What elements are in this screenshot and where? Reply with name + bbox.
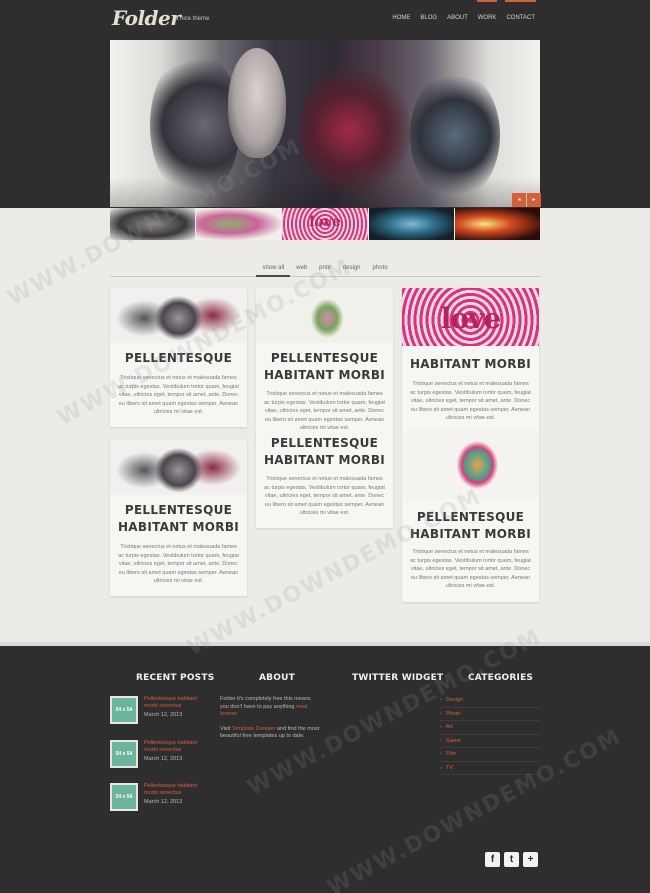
portfolio-card-image[interactable]: love: [402, 288, 539, 346]
slider-thumbnails: love: [110, 208, 541, 240]
portfolio-card-image[interactable]: [402, 431, 539, 499]
filter-show-all[interactable]: show all: [256, 263, 291, 277]
post-thumbnail[interactable]: 54 x 54: [110, 696, 138, 724]
portfolio-card-image[interactable]: [110, 440, 247, 495]
category-label: Photo: [445, 710, 461, 717]
thumb-logo-text: love: [309, 214, 341, 230]
chevron-left-icon: ◂: [517, 197, 521, 203]
portfolio-card-title[interactable]: PELLENTESQUE HABITANT MORBI: [256, 350, 393, 384]
slider-next-button[interactable]: ▸: [527, 193, 541, 207]
nav-work[interactable]: WORK: [473, 0, 502, 22]
chevron-right-icon: ›: [440, 697, 442, 703]
post-title-link[interactable]: Pellentesque habitant morbi senectus: [144, 740, 210, 754]
chevron-right-icon: ▸: [532, 197, 536, 203]
post-thumbnail[interactable]: 54 x 54: [110, 783, 138, 811]
main-nav: HOME BLOG ABOUT WORK CONTACT: [387, 0, 540, 22]
portfolio-card-text: Tristique senectus et netus et malesuada…: [264, 391, 385, 431]
portfolio-card-image[interactable]: [256, 288, 393, 343]
portfolio-card[interactable]: PELLENTESQUE HABITANT MORBI Tristique se…: [402, 431, 539, 602]
site-tagline: a nice theme: [175, 16, 210, 22]
twitter-icon[interactable]: t: [504, 852, 519, 867]
about-text: Folder it's completely free this means y…: [220, 696, 320, 741]
chevron-right-icon: ›: [440, 751, 442, 757]
recent-posts-title: RECENT POSTS: [136, 673, 215, 683]
categories-title: CATEGORIES: [468, 673, 534, 683]
chevron-right-icon: ›: [440, 764, 442, 771]
portfolio-card-title[interactable]: PELLENTESQUE HABITANT MORBI: [110, 502, 247, 536]
recent-post[interactable]: 54 x 54 Pellentesque habitant morbi sene…: [110, 696, 220, 726]
slider-prev-button[interactable]: ◂: [512, 193, 526, 207]
nav-about[interactable]: ABOUT: [442, 0, 473, 22]
category-label: Design: [445, 697, 463, 703]
post-date: March 12, 2013: [144, 799, 183, 805]
filter-web[interactable]: web: [290, 263, 313, 277]
portfolio-card-text: Tristique senectus et netus et malesuada…: [410, 381, 531, 421]
post-thumbnail[interactable]: 54 x 54: [110, 740, 138, 768]
nav-blog[interactable]: BLOG: [415, 0, 442, 22]
footer: RECENT POSTS ABOUT TWITTER WIDGET CATEGO…: [0, 642, 650, 893]
portfolio-card-text: Tristique senectus et netus et malesuada…: [264, 476, 385, 516]
recent-post[interactable]: 54 x 54 Pellentesque habitant morbi sene…: [110, 783, 220, 813]
portfolio-card-text: Tristique senectus et netus et malesuada…: [410, 549, 531, 589]
portfolio-card[interactable]: PELLENTESQUE Tristique senectus et netus…: [110, 288, 247, 427]
portfolio-card[interactable]: PELLENTESQUE HABITANT MORBI Tristique se…: [110, 440, 247, 596]
slider-thumb-3[interactable]: love: [282, 208, 368, 240]
portfolio-card-title[interactable]: PELLENTESQUE: [110, 350, 247, 367]
portfolio-card-title[interactable]: PELLENTESQUE HABITANT MORBI: [256, 435, 393, 469]
portfolio-card[interactable]: PELLENTESQUE HABITANT MORBI Tristique se…: [256, 288, 393, 528]
about-title: ABOUT: [259, 673, 295, 683]
hero-shadow: [110, 177, 540, 207]
portfolio-card-text: Tristique senectus et netus et malesuada…: [118, 544, 239, 584]
category-label: TV: [445, 764, 453, 771]
card-image-logo-text: love: [440, 302, 501, 335]
category-label: Game: [445, 737, 461, 744]
portfolio-card-title[interactable]: PELLENTESQUE HABITANT MORBI: [402, 509, 539, 543]
facebook-icon[interactable]: f: [485, 852, 500, 867]
plus-icon[interactable]: +: [523, 852, 538, 867]
hero-portrait: [228, 48, 286, 158]
recent-post[interactable]: 54 x 54 Pellentesque habitant morbi sene…: [110, 740, 220, 770]
category-label: Film: [445, 751, 457, 757]
category-design[interactable]: › Design: [440, 694, 540, 708]
template-creeper-link[interactable]: Template Creeper: [232, 726, 276, 732]
slider-thumb-5[interactable]: [454, 208, 541, 240]
portfolio-card-image[interactable]: [110, 288, 247, 343]
slider-thumb-1[interactable]: [110, 208, 196, 240]
about-visit-text: Visit: [220, 725, 231, 732]
category-photo[interactable]: › Photo: [440, 708, 540, 721]
portfolio-card-text: Tristique senectus et netus et malesuada…: [118, 375, 239, 415]
social-links: f t +: [485, 852, 538, 867]
portfolio-filters: show all web print design photo: [110, 263, 540, 277]
portfolio-card[interactable]: love HABITANT MORBI Tristique senectus e…: [402, 288, 539, 431]
filter-photo[interactable]: photo: [367, 263, 394, 277]
chevron-right-icon: ›: [440, 724, 442, 730]
categories-list: › Design › Photo › Art › Game › Film › TV: [440, 694, 540, 775]
filter-design[interactable]: design: [337, 263, 367, 277]
chevron-right-icon: ›: [440, 710, 442, 717]
category-label: Art: [445, 724, 453, 730]
category-art[interactable]: › Art: [440, 721, 540, 735]
post-title-link[interactable]: Pellentesque habitant morbi senectus: [144, 783, 210, 797]
chevron-right-icon: ›: [440, 737, 442, 744]
site-logo[interactable]: Folder: [112, 6, 181, 30]
slider-thumb-2[interactable]: [196, 208, 282, 240]
post-date: March 12, 2013: [144, 712, 183, 718]
nav-home[interactable]: HOME: [387, 0, 415, 22]
category-tv[interactable]: › TV: [440, 762, 540, 775]
category-game[interactable]: › Game: [440, 735, 540, 748]
category-film[interactable]: › Film: [440, 748, 540, 762]
filter-print[interactable]: print: [313, 263, 337, 277]
post-date: March 12, 2013: [144, 756, 183, 762]
post-title-link[interactable]: Pellentesque habitant morbi senectus: [144, 696, 210, 710]
portfolio-card-title[interactable]: HABITANT MORBI: [402, 356, 539, 373]
nav-contact[interactable]: CONTACT: [501, 0, 540, 22]
slider-controls: ◂ ▸: [512, 193, 541, 207]
twitter-widget-title: TWITTER WIDGET: [352, 673, 444, 683]
hero-slide-image: [110, 40, 540, 207]
slider-thumb-4[interactable]: [368, 208, 454, 240]
